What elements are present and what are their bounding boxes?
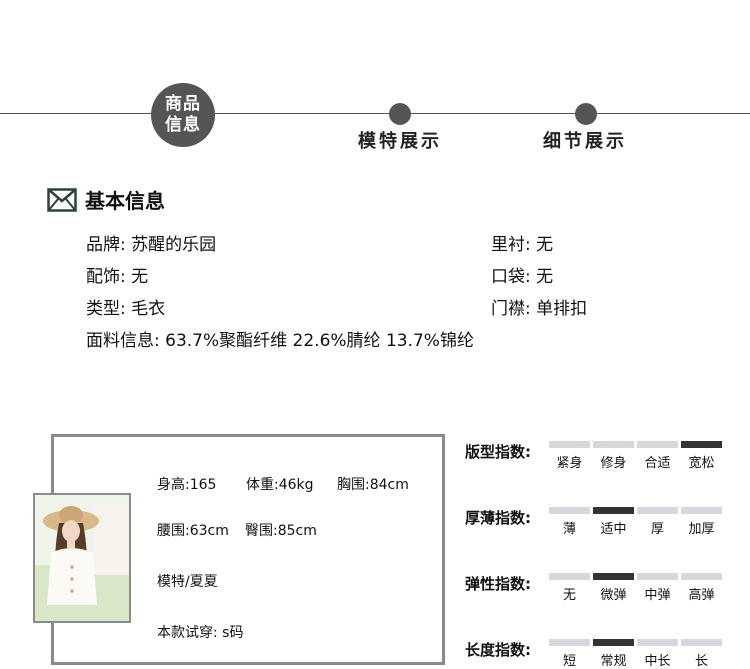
- model-weight: 体重:46kg: [246, 477, 314, 493]
- index-segment: [637, 639, 678, 646]
- info-value: 无: [536, 235, 554, 255]
- index-option-label: 适中: [600, 522, 627, 537]
- model-photo-image: [35, 495, 129, 621]
- info-key: 里衬:: [491, 235, 531, 255]
- index-option-label: 无: [562, 588, 576, 603]
- index-segment: [681, 639, 722, 646]
- index-segment: [549, 441, 590, 448]
- index-option-label: 合适: [644, 456, 671, 471]
- info-value: 无: [131, 267, 149, 287]
- index-option-label: 常规: [600, 654, 627, 669]
- info-key: 配饰:: [86, 267, 126, 287]
- index-label: 长度指数:: [465, 641, 531, 659]
- timeline-step-model[interactable]: 模特展示: [358, 127, 442, 153]
- index-segment: [549, 639, 590, 646]
- info-key: 面料信息:: [86, 331, 160, 351]
- model-bust: 胸围:84cm: [337, 477, 409, 493]
- info-accessory: 配饰: 无: [86, 262, 148, 287]
- index-option-label: 长: [694, 654, 708, 669]
- index-segment: [637, 573, 678, 580]
- envelope-icon: [47, 187, 77, 212]
- index-segment: [637, 441, 678, 448]
- index-option-label: 宽松: [688, 456, 715, 471]
- info-placket: 门襟: 单排扣: [491, 294, 587, 319]
- info-value: 63.7%聚酯纤维 22.6%腈纶 13.7%锦纶: [165, 331, 474, 351]
- timeline-dot-detail[interactable]: [575, 103, 597, 125]
- timeline-step-product-info[interactable]: 商品 信息: [151, 83, 215, 147]
- index-option-label: 加厚: [688, 522, 715, 537]
- info-value: 毛衣: [131, 299, 166, 319]
- index-label: 版型指数:: [465, 443, 531, 461]
- index-segment: [637, 507, 678, 514]
- index-option-label: 中长: [644, 654, 671, 669]
- info-key: 口袋:: [491, 267, 531, 287]
- model-waist: 腰围:63cm: [157, 523, 229, 539]
- model-photo[interactable]: [33, 493, 131, 623]
- index-option-label: 高弹: [688, 588, 715, 603]
- info-lining: 里衬: 无: [491, 230, 553, 255]
- model-hip: 臀围:85cm: [245, 523, 317, 539]
- index-option-label: 短: [562, 654, 576, 669]
- info-value: 无: [536, 267, 554, 287]
- model-height: 身高:165: [157, 477, 217, 493]
- index-segment-selected: [593, 507, 634, 514]
- info-fabric: 面料信息: 63.7%聚酯纤维 22.6%腈纶 13.7%锦纶: [86, 326, 474, 351]
- index-label: 厚薄指数:: [465, 509, 531, 527]
- info-pocket: 口袋: 无: [491, 262, 553, 287]
- timeline-dot-model[interactable]: [389, 103, 411, 125]
- index-segment: [549, 507, 590, 514]
- info-value: 苏醒的乐园: [131, 235, 217, 255]
- index-option-label: 薄: [562, 522, 576, 537]
- index-segment: [549, 573, 590, 580]
- timeline-step-label-line2: 信息: [165, 115, 201, 135]
- timeline-line: [0, 113, 750, 114]
- info-key: 门襟:: [491, 299, 531, 319]
- index-segment: [681, 573, 722, 580]
- info-key: 类型:: [86, 299, 126, 319]
- timeline-step-detail[interactable]: 细节展示: [543, 127, 627, 153]
- info-type: 类型: 毛衣: [86, 294, 165, 319]
- index-segment-selected: [681, 441, 722, 448]
- model-size-tried: 本款试穿: s码: [157, 625, 244, 641]
- index-option-label: 中弹: [644, 588, 671, 603]
- index-segment: [681, 507, 722, 514]
- basic-info-title: 基本信息: [85, 189, 165, 213]
- index-segment-selected: [593, 573, 634, 580]
- info-key: 品牌:: [86, 235, 126, 255]
- index-option-label: 修身: [600, 456, 627, 471]
- index-option-label: 紧身: [556, 456, 583, 471]
- index-option-label: 厚: [650, 522, 664, 537]
- index-option-label: 微弹: [600, 588, 627, 603]
- info-brand: 品牌: 苏醒的乐园: [86, 230, 216, 255]
- index-label: 弹性指数:: [465, 575, 531, 593]
- info-value: 单排扣: [536, 299, 588, 319]
- basic-info-header: 基本信息: [47, 185, 165, 214]
- timeline-step-label-line1: 商品: [165, 94, 201, 114]
- model-name: 模特/夏夏: [157, 574, 218, 590]
- index-segment: [593, 441, 634, 448]
- index-segment-selected: [593, 639, 634, 646]
